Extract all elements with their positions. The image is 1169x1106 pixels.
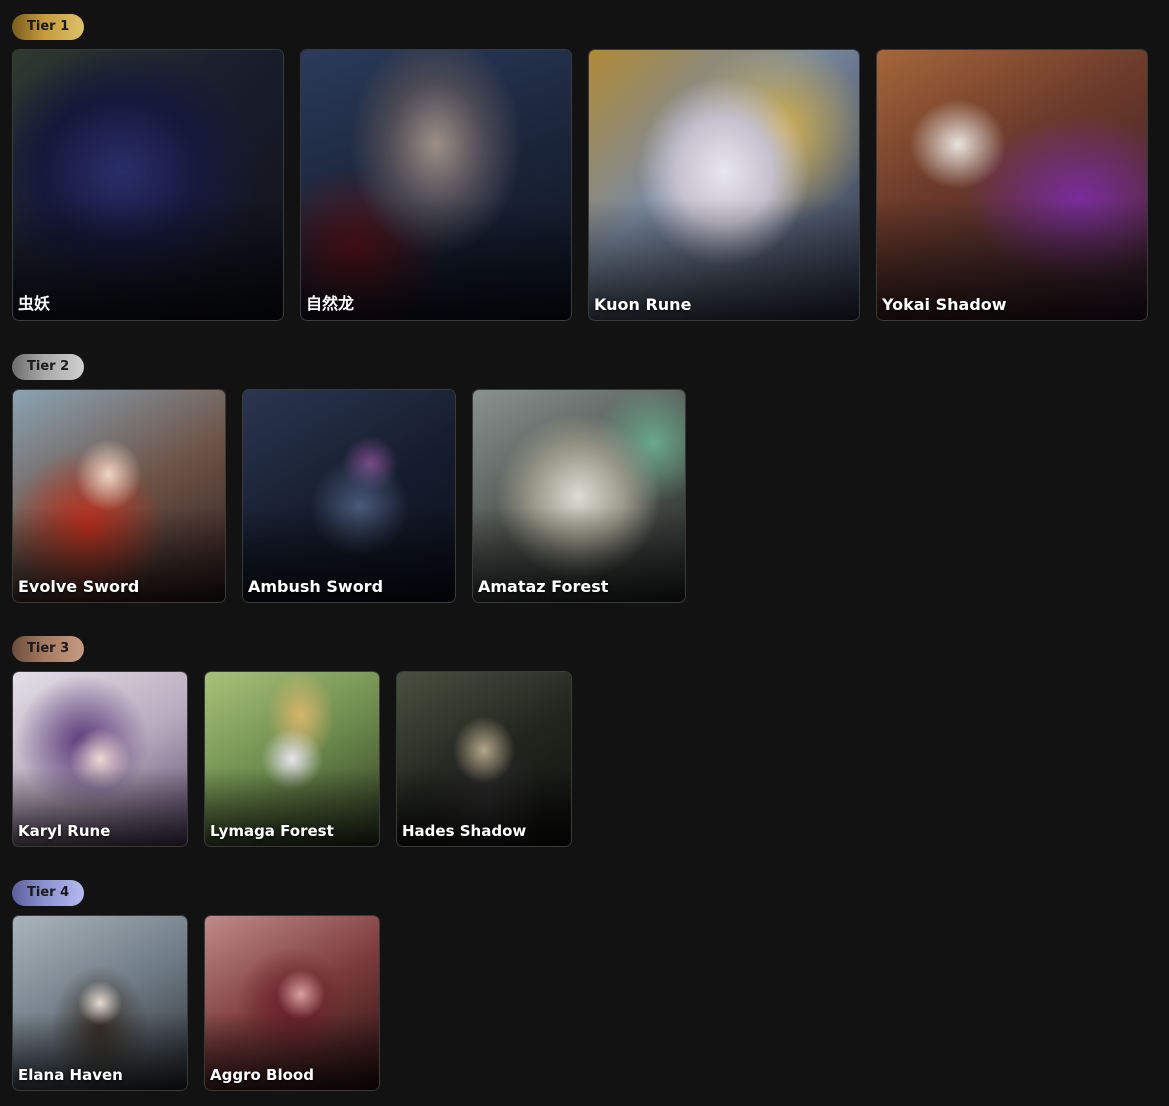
deck-name: Lymaga Forest [210, 822, 334, 840]
tier-list-page: Tier 1 虫妖 自然龙 Kuon Rune Yokai Shadow Tie… [0, 0, 1169, 1106]
deck-card[interactable]: 虫妖 [12, 49, 284, 321]
deck-name: 自然龙 [306, 294, 355, 313]
deck-card[interactable]: Ambush Sword [242, 389, 456, 603]
tier-badge-1: Tier 1 [12, 14, 85, 40]
tier-3-decks: Karyl Rune Lymaga Forest Hades Shadow [12, 671, 572, 847]
deck-name: Karyl Rune [18, 822, 111, 840]
deck-card[interactable]: Evolve Sword [12, 389, 226, 603]
deck-name: Kuon Rune [594, 295, 692, 314]
deck-name: Evolve Sword [18, 577, 140, 596]
deck-card[interactable]: Kuon Rune [588, 49, 860, 321]
deck-name: Aggro Blood [210, 1066, 314, 1084]
tier-4-label: Tier 4 [12, 880, 85, 906]
deck-name: Amataz Forest [478, 577, 609, 596]
tier-2-label: Tier 2 [12, 354, 85, 380]
tier-badge-2: Tier 2 [12, 354, 85, 380]
deck-name: Ambush Sword [248, 577, 384, 596]
deck-name: 虫妖 [18, 294, 51, 313]
deck-card[interactable]: Hades Shadow [396, 671, 572, 847]
deck-name: Yokai Shadow [882, 295, 1007, 314]
deck-card[interactable]: 自然龙 [300, 49, 572, 321]
tier-1-decks: 虫妖 自然龙 Kuon Rune Yokai Shadow [12, 49, 1148, 321]
deck-card[interactable]: Amataz Forest [472, 389, 686, 603]
tier-2-decks: Evolve Sword Ambush Sword Amataz Forest [12, 389, 686, 603]
deck-name: Hades Shadow [402, 822, 527, 840]
tier-1-label: Tier 1 [12, 14, 85, 40]
deck-card[interactable]: Lymaga Forest [204, 671, 380, 847]
deck-card[interactable]: Aggro Blood [204, 915, 380, 1091]
deck-card[interactable]: Yokai Shadow [876, 49, 1148, 321]
tier-badge-4: Tier 4 [12, 880, 85, 906]
tier-badge-3: Tier 3 [12, 636, 85, 662]
deck-card[interactable]: Elana Haven [12, 915, 188, 1091]
deck-name: Elana Haven [18, 1066, 123, 1084]
deck-card[interactable]: Karyl Rune [12, 671, 188, 847]
tier-3-label: Tier 3 [12, 636, 85, 662]
tier-4-decks: Elana Haven Aggro Blood [12, 915, 380, 1091]
